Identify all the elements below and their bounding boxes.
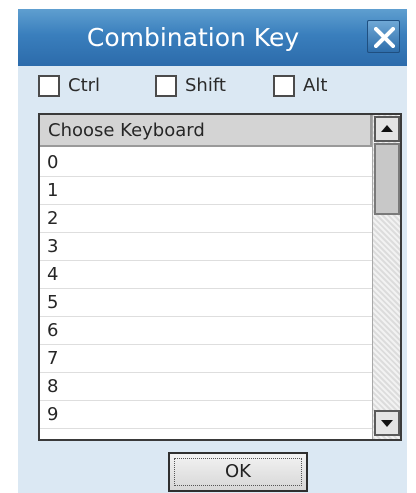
arrow-up-icon [381, 125, 393, 132]
list-item[interactable]: 7 [40, 345, 372, 373]
list-rows: 0 1 2 3 4 5 6 7 8 9 [40, 149, 372, 429]
ctrl-label: Ctrl [68, 75, 101, 96]
list-item-label: 2 [47, 208, 59, 229]
close-button[interactable] [367, 20, 400, 53]
alt-label: Alt [303, 75, 328, 96]
ctrl-checkbox[interactable] [38, 75, 60, 97]
list-item-label: 8 [47, 376, 59, 397]
list-item-label: 1 [47, 180, 59, 201]
list-header[interactable]: Choose Keyboard [40, 115, 372, 147]
list-header-label: Choose Keyboard [48, 120, 205, 141]
keyboard-listbox[interactable]: Choose Keyboard 0 1 2 3 4 5 6 7 8 9 [38, 113, 402, 441]
list-item[interactable]: 3 [40, 233, 372, 261]
scroll-up-button[interactable] [374, 116, 400, 142]
shift-label: Shift [185, 75, 226, 96]
dialog-title: Combination Key [86, 23, 300, 52]
list-item-label: 9 [47, 404, 59, 425]
list-item-label: 0 [47, 152, 59, 173]
list-item[interactable]: 5 [40, 289, 372, 317]
arrow-down-icon [381, 420, 393, 427]
list-item[interactable]: 6 [40, 317, 372, 345]
vertical-scrollbar[interactable] [372, 115, 400, 439]
shift-checkbox-group[interactable]: Shift [155, 73, 255, 101]
list-item-label: 6 [47, 320, 59, 341]
scroll-down-button[interactable] [374, 410, 400, 436]
list-item[interactable]: 4 [40, 261, 372, 289]
list-item-label: 4 [47, 264, 59, 285]
list-item[interactable]: 0 [40, 149, 372, 177]
alt-checkbox-group[interactable]: Alt [273, 73, 353, 101]
list-item[interactable]: 1 [40, 177, 372, 205]
list-item[interactable]: 9 [40, 401, 372, 429]
list-item[interactable]: 8 [40, 373, 372, 401]
title-bar: Combination Key [18, 9, 407, 66]
scrollbar-thumb[interactable] [374, 143, 400, 215]
list-item[interactable]: 2 [40, 205, 372, 233]
ok-button[interactable]: OK [168, 452, 308, 492]
list-item-label: 3 [47, 236, 59, 257]
shift-checkbox[interactable] [155, 75, 177, 97]
combination-key-dialog: Combination Key Ctrl Shift Alt Choose Ke… [18, 9, 407, 493]
close-icon [374, 27, 395, 48]
list-item-label: 7 [47, 348, 59, 369]
alt-checkbox[interactable] [273, 75, 295, 97]
ctrl-checkbox-group[interactable]: Ctrl [38, 73, 128, 101]
list-item-label: 5 [47, 292, 59, 313]
ok-label: OK [225, 461, 251, 482]
